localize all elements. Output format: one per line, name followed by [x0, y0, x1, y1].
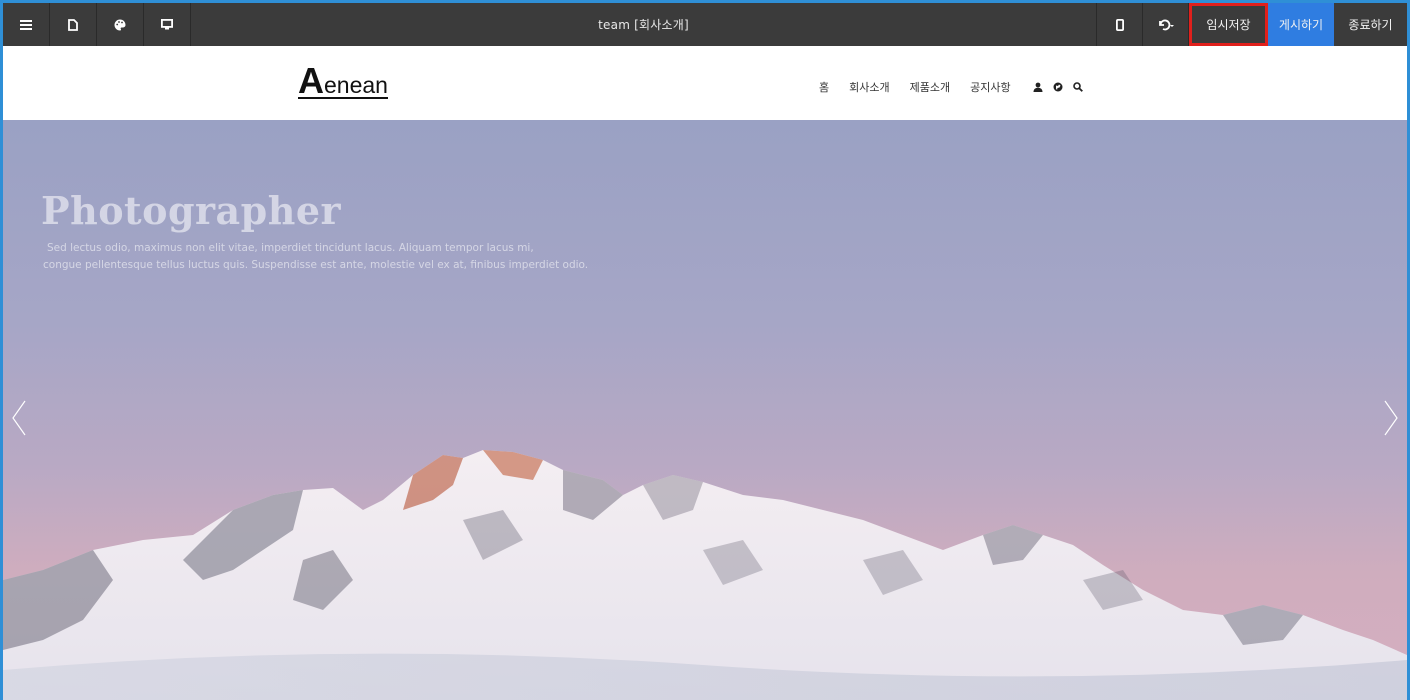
user-icon[interactable]: [1033, 82, 1043, 92]
hero-slider: Photographer Sed lectus odio, maximus no…: [3, 120, 1407, 700]
slider-next-icon[interactable]: [1383, 400, 1399, 440]
palette-button[interactable]: [97, 3, 144, 46]
page-button[interactable]: [50, 3, 97, 46]
toolbar-right-group: 임시저장 게시하기 종료하기: [1096, 3, 1407, 46]
logo-text: enean: [324, 72, 388, 98]
publish-button[interactable]: 게시하기: [1268, 3, 1334, 46]
desktop-view-button[interactable]: [144, 3, 191, 46]
document-title: team [회사소개]: [598, 18, 689, 32]
globe-icon[interactable]: [1053, 82, 1063, 92]
nav-icon-group: [1033, 82, 1083, 92]
nav-item-notice[interactable]: 공지사항: [970, 79, 1010, 95]
undo-button[interactable]: [1142, 3, 1188, 46]
menu-button[interactable]: [3, 3, 50, 46]
undo-icon: [1158, 19, 1174, 30]
editor-frame: team [회사소개] 임시저장 게시하기 종료하기 A enean 홈 회사소…: [3, 3, 1407, 700]
temp-save-button[interactable]: 임시저장: [1188, 3, 1268, 46]
page-icon: [68, 18, 78, 31]
mobile-view-button[interactable]: [1096, 3, 1142, 46]
palette-icon: [114, 19, 126, 30]
hero-title: Photographer: [41, 188, 342, 233]
hero-description-line-2: congue pellentesque tellus luctus quis. …: [43, 259, 589, 271]
nav-item-products[interactable]: 제품소개: [910, 79, 950, 95]
hero-description-line-1: Sed lectus odio, maximus non elit vitae,…: [47, 242, 534, 254]
exit-button[interactable]: 종료하기: [1334, 3, 1407, 46]
mountain-image: [3, 450, 1407, 700]
search-icon[interactable]: [1072, 82, 1083, 92]
editor-toolbar: team [회사소개] 임시저장 게시하기 종료하기: [3, 3, 1407, 46]
nav-item-about[interactable]: 회사소개: [849, 79, 889, 95]
site-header: A enean 홈 회사소개 제품소개 공지사항: [3, 46, 1407, 120]
nav-item-home[interactable]: 홈: [819, 79, 829, 95]
site-nav: 홈 회사소개 제품소개 공지사항: [819, 79, 1083, 95]
logo-initial: A: [298, 60, 324, 101]
desktop-icon: [161, 19, 173, 30]
mobile-icon: [1115, 18, 1124, 31]
hero-description: Sed lectus odio, maximus non elit vitae,…: [43, 240, 643, 274]
site-logo[interactable]: A enean: [298, 60, 388, 101]
toolbar-left-group: [3, 3, 191, 46]
menu-icon: [20, 19, 32, 30]
slider-prev-icon[interactable]: [11, 400, 27, 440]
